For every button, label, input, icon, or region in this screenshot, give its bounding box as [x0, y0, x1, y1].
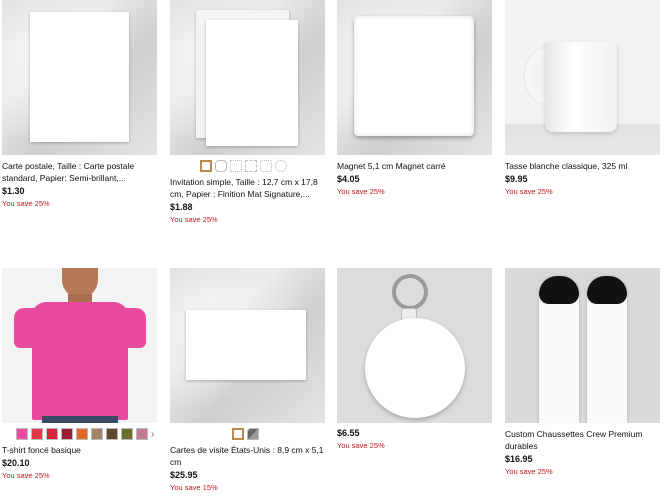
product-card[interactable]: $6.55 You save 25%: [337, 268, 492, 450]
shape-rectangle-option[interactable]: [200, 160, 212, 172]
product-title[interactable]: Carte postale, Taille : Carte postale st…: [2, 160, 157, 184]
keychain-disc: [365, 318, 465, 418]
pink-tshirt: [32, 302, 128, 420]
product-card[interactable]: Invitation simple, Taille : 12,7 cm x 17…: [170, 0, 325, 224]
product-title[interactable]: Custom Chaussettes Crew Premium durables: [505, 428, 660, 452]
product-image-postcard[interactable]: [2, 0, 157, 155]
sock-right-toe: [587, 276, 627, 304]
product-price: $4.05: [337, 174, 360, 184]
color-swatch[interactable]: [31, 428, 43, 440]
product-card[interactable]: Tasse blanche classique, 325 ml $9.95 Yo…: [505, 0, 660, 196]
color-swatch[interactable]: [136, 428, 148, 440]
color-swatch[interactable]: [121, 428, 133, 440]
model-jeans: [42, 416, 118, 423]
color-swatch[interactable]: [61, 428, 73, 440]
mug-body: [545, 42, 617, 132]
color-swatch[interactable]: [76, 428, 88, 440]
sock-left-toe: [539, 276, 579, 304]
product-image-invitation[interactable]: [170, 0, 325, 155]
product-discount: You save 25%: [505, 467, 553, 476]
product-discount: You save 25%: [2, 471, 50, 480]
invitation-card-blank: [206, 20, 298, 146]
color-swatch[interactable]: [91, 428, 103, 440]
product-grid: Carte postale, Taille : Carte postale st…: [0, 0, 672, 500]
product-image-business-card[interactable]: [170, 268, 325, 423]
finish-option-copper[interactable]: [232, 428, 244, 440]
shape-rounded-option[interactable]: [215, 160, 227, 172]
product-card[interactable]: Carte postale, Taille : Carte postale st…: [2, 0, 157, 208]
product-price: $16.95: [505, 454, 533, 464]
key-ring: [392, 274, 428, 310]
color-options: ›: [16, 427, 157, 441]
product-price: $1.30: [2, 186, 25, 196]
business-card-blank: [186, 310, 306, 380]
finish-option-grey[interactable]: [247, 428, 259, 440]
shape-notched-option[interactable]: [260, 160, 272, 172]
product-card[interactable]: Cartes de visite États-Unis : 8,9 cm x 5…: [170, 268, 325, 492]
product-title[interactable]: Invitation simple, Taille : 12,7 cm x 17…: [170, 176, 325, 200]
product-card[interactable]: › T-shirt foncé basique $20.10 You save …: [2, 268, 157, 480]
magnet-blank: [354, 16, 474, 136]
product-discount: You save 25%: [337, 441, 385, 450]
product-image-mug[interactable]: [505, 0, 660, 155]
tshirt-sleeve-right: [120, 308, 146, 348]
product-price: $25.95: [170, 470, 198, 480]
chevron-right-icon[interactable]: ›: [151, 429, 154, 440]
product-discount: You save 25%: [2, 199, 50, 208]
product-discount: You save 25%: [170, 215, 218, 224]
product-price: $9.95: [505, 174, 528, 184]
shape-options: [200, 159, 325, 173]
product-price: $6.55: [337, 428, 360, 438]
color-swatch[interactable]: [16, 428, 28, 440]
shape-ticket-option[interactable]: [245, 160, 257, 172]
postcard-blank: [30, 12, 129, 142]
product-discount: You save 25%: [337, 187, 385, 196]
product-image-socks[interactable]: [505, 268, 660, 423]
shape-circle-option[interactable]: [275, 160, 287, 172]
finish-options: [232, 427, 325, 441]
product-image-magnet[interactable]: [337, 0, 492, 155]
product-image-tshirt[interactable]: [2, 268, 157, 423]
product-title[interactable]: Magnet 5,1 cm Magnet carré: [337, 160, 492, 172]
product-discount: You save 25%: [505, 187, 553, 196]
tshirt-sleeve-left: [14, 308, 40, 348]
product-price: $1.88: [170, 202, 193, 212]
product-image-keychain[interactable]: [337, 268, 492, 423]
product-title[interactable]: T-shirt foncé basique: [2, 444, 157, 456]
shape-scalloped-option[interactable]: [230, 160, 242, 172]
color-swatch[interactable]: [106, 428, 118, 440]
product-price: $20.10: [2, 458, 30, 468]
product-title[interactable]: Tasse blanche classique, 325 ml: [505, 160, 660, 172]
product-card[interactable]: Magnet 5,1 cm Magnet carré $4.05 You sav…: [337, 0, 492, 196]
color-swatch[interactable]: [46, 428, 58, 440]
product-title[interactable]: Cartes de visite États-Unis : 8,9 cm x 5…: [170, 444, 325, 468]
product-discount: You save 15%: [170, 483, 218, 492]
product-card[interactable]: Custom Chaussettes Crew Premium durables…: [505, 268, 660, 476]
